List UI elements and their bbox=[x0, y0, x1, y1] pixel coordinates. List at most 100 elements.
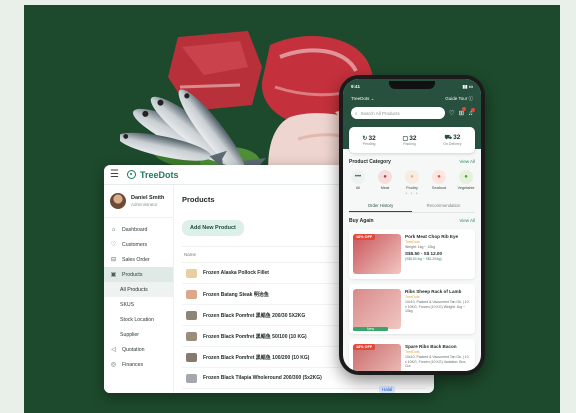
product-card[interactable]: Ribs Sheep Rack of Lamb TreeDots 10x10, Pa… bbox=[349, 284, 475, 334]
sidebar-item-sales-order[interactable]: ⊟ Sales Order bbox=[104, 252, 173, 267]
category-label: Poultry bbox=[406, 186, 418, 190]
phone-notch bbox=[389, 81, 435, 89]
search-icon: ⌕ bbox=[355, 110, 358, 116]
vegetable-icon: ● bbox=[459, 170, 473, 184]
sidebar-item-all-products[interactable]: All Products bbox=[104, 282, 173, 297]
package-icon: ▢ bbox=[402, 135, 409, 142]
stat-pending[interactable]: ↻32 Pending bbox=[362, 135, 375, 146]
status-time: 9:41 bbox=[351, 84, 361, 89]
category-pager: • • • bbox=[405, 191, 419, 197]
buy-again-view-all-link[interactable]: View All bbox=[459, 218, 475, 224]
product-name: Frozen Black Tilapia Wholeround 200/300 … bbox=[203, 375, 322, 381]
stat-value-row: ⛟32 bbox=[443, 134, 461, 142]
product-name: Ribs Sheep Rack of Lamb bbox=[405, 289, 462, 294]
category-list: ••• All ● Meat ● Poultry ● Seafood ● Vegetable bbox=[349, 170, 475, 190]
stat-label: Pending bbox=[362, 141, 376, 146]
category-label: Seafood bbox=[431, 186, 447, 190]
category-meat[interactable]: ● Meat bbox=[376, 170, 394, 190]
cart-icon[interactable]: ⊞ bbox=[459, 107, 467, 117]
stat-label: On Delivery bbox=[443, 142, 462, 146]
meat-icon: ● bbox=[378, 170, 392, 184]
product-thumbnail bbox=[186, 331, 197, 341]
sidebar-nav: ⌂ Dashboard ♡ Customers ⊟ Sales Order ▣ Product… bbox=[104, 218, 173, 372]
brand-switcher[interactable]: TreeDots ⌄ bbox=[351, 96, 374, 102]
order-tabs: Order History Recommendation bbox=[349, 200, 475, 213]
user-profile[interactable]: Daniel Smith Administrator bbox=[104, 185, 173, 218]
home-icon: ⌂ bbox=[111, 226, 116, 233]
buy-again-header: Buy Again View All bbox=[349, 218, 475, 224]
stat-label: Packing bbox=[403, 141, 416, 146]
sidebar-item-finances[interactable]: ◎ Finances bbox=[104, 357, 173, 372]
sidebar-item-label: All Products bbox=[120, 286, 148, 293]
category-poultry[interactable]: ● Poultry bbox=[403, 170, 421, 190]
mobile-brand: TreeDots bbox=[351, 96, 370, 101]
product-card[interactable]: 16% OFF Pork Meat Chop Rib Eye TreeDots Wei… bbox=[349, 229, 475, 279]
truck-icon: ⛟ bbox=[444, 135, 453, 141]
stat-on-delivery[interactable]: ⛟32 On Delivery bbox=[443, 134, 461, 146]
sidebar-item-label: Quotation bbox=[122, 346, 145, 353]
stat-value-row: ▢32 bbox=[403, 135, 417, 142]
question-icon: ⓘ bbox=[468, 96, 474, 101]
product-detail: 10x10, Packed & Vacuumed Tan Ok, | 10 x … bbox=[405, 300, 469, 313]
sidebar-item-label: Finances bbox=[122, 361, 144, 368]
menu-icon[interactable]: ☰ bbox=[110, 169, 119, 180]
more-icon: ••• bbox=[351, 170, 365, 184]
product-image: 16% OFF bbox=[353, 234, 401, 274]
user-role: Administrator bbox=[131, 201, 158, 207]
sidebar-item-supplier[interactable]: Supplier bbox=[104, 327, 173, 342]
product-name: Pork Meat Chop Rib Eye bbox=[405, 234, 459, 239]
category-all[interactable]: ••• All bbox=[349, 170, 367, 190]
seafood-icon: ● bbox=[432, 170, 446, 184]
tab-recommendation[interactable]: Recommendation bbox=[412, 200, 475, 212]
sidebar-item-label: Dashboard bbox=[122, 226, 148, 233]
category-vegetable[interactable]: ● Vegetable bbox=[457, 170, 475, 190]
product-name: Frozen Black Pomfret 黑鲳鱼 200/30 5X2KG bbox=[203, 312, 306, 319]
brand-name: TreeDots bbox=[139, 169, 179, 180]
hero-stage: ☰ TreeDots Daniel Smith Administrator ⌂ D… bbox=[24, 5, 560, 413]
order-status-card: ↻32 Pending ▢32 Packing ⛟32 On Delivery bbox=[349, 127, 475, 153]
add-new-product-button[interactable]: Add New Product bbox=[182, 220, 244, 236]
stat-packing[interactable]: ▢32 Packing bbox=[403, 135, 417, 146]
discount-badge: 16% OFF bbox=[353, 234, 376, 240]
search-placeholder: Search All Products bbox=[360, 110, 400, 116]
product-category-title: Product Category bbox=[349, 159, 391, 165]
box-icon: ▣ bbox=[110, 272, 117, 278]
tab-order-history[interactable]: Order History bbox=[349, 200, 412, 212]
product-name: Frozen Black Pomfret 黑鲳鱼 50/100 (10 KG) bbox=[203, 333, 307, 340]
product-card[interactable]: 16% OFF Spare Ribs Back Bacon TreeDots 10x1… bbox=[349, 339, 475, 371]
category-seafood[interactable]: ● Seafood bbox=[430, 170, 448, 190]
buy-again-list: 16% OFF Pork Meat Chop Rib Eye TreeDots Wei… bbox=[349, 229, 475, 371]
mobile-phone: 9:41 ▮▮ ▭ TreeDots ⌄ Guide Tour ⓘ ⌕ Sear… bbox=[339, 75, 485, 375]
megaphone-icon: ◁ bbox=[111, 347, 116, 353]
product-detail: 10x10, Packed & Vacuumed Tan Ok, | 10 x … bbox=[405, 355, 469, 368]
product-thumbnail bbox=[186, 268, 197, 278]
halal-badge: Halal bbox=[379, 386, 396, 393]
sidebar-item-skus[interactable]: SKUS bbox=[104, 297, 173, 312]
search-input[interactable]: ⌕ Search All Products bbox=[351, 107, 445, 119]
product-info: Pork Meat Chop Rib Eye TreeDots Weight: 1k… bbox=[405, 234, 458, 274]
favorites-heart-icon[interactable]: ♡ bbox=[449, 109, 455, 117]
guide-tour-button[interactable]: Guide Tour ⓘ bbox=[445, 96, 473, 102]
bell-icon[interactable]: ♫ bbox=[468, 107, 475, 117]
sidebar-item-quotation[interactable]: ◁ Quotation bbox=[104, 342, 173, 357]
sidebar-item-dashboard[interactable]: ⌂ Dashboard bbox=[104, 222, 173, 237]
product-brand: TreeDots bbox=[405, 295, 420, 299]
product-brand: TreeDots bbox=[405, 350, 420, 354]
coin-icon: ◎ bbox=[110, 362, 117, 368]
stat-value-row: ↻32 bbox=[362, 135, 375, 142]
sidebar-item-label: SKUS bbox=[120, 301, 135, 308]
sidebar-item-stock-location[interactable]: Stock Location bbox=[104, 312, 173, 327]
product-name: Spare Ribs Back Bacon bbox=[405, 344, 457, 349]
sidebar-item-customers[interactable]: ♡ Customers bbox=[104, 237, 173, 252]
sidebar-item-products[interactable]: ▣ Products bbox=[104, 267, 173, 282]
poultry-icon: ● bbox=[405, 170, 419, 184]
buy-again-title: Buy Again bbox=[349, 218, 374, 224]
cart-icon: ⊟ bbox=[110, 257, 117, 263]
product-image: 16% OFF bbox=[353, 344, 401, 371]
refresh-icon: ↻ bbox=[362, 135, 368, 142]
category-view-all-link[interactable]: View All bbox=[459, 159, 475, 165]
product-name: Frozen Alaska Pollock Fillet bbox=[203, 270, 269, 276]
brand-logo: TreeDots bbox=[126, 169, 179, 180]
bell-notification-dot bbox=[471, 107, 475, 112]
signal-battery-icon: ▮▮ ▭ bbox=[462, 84, 473, 89]
